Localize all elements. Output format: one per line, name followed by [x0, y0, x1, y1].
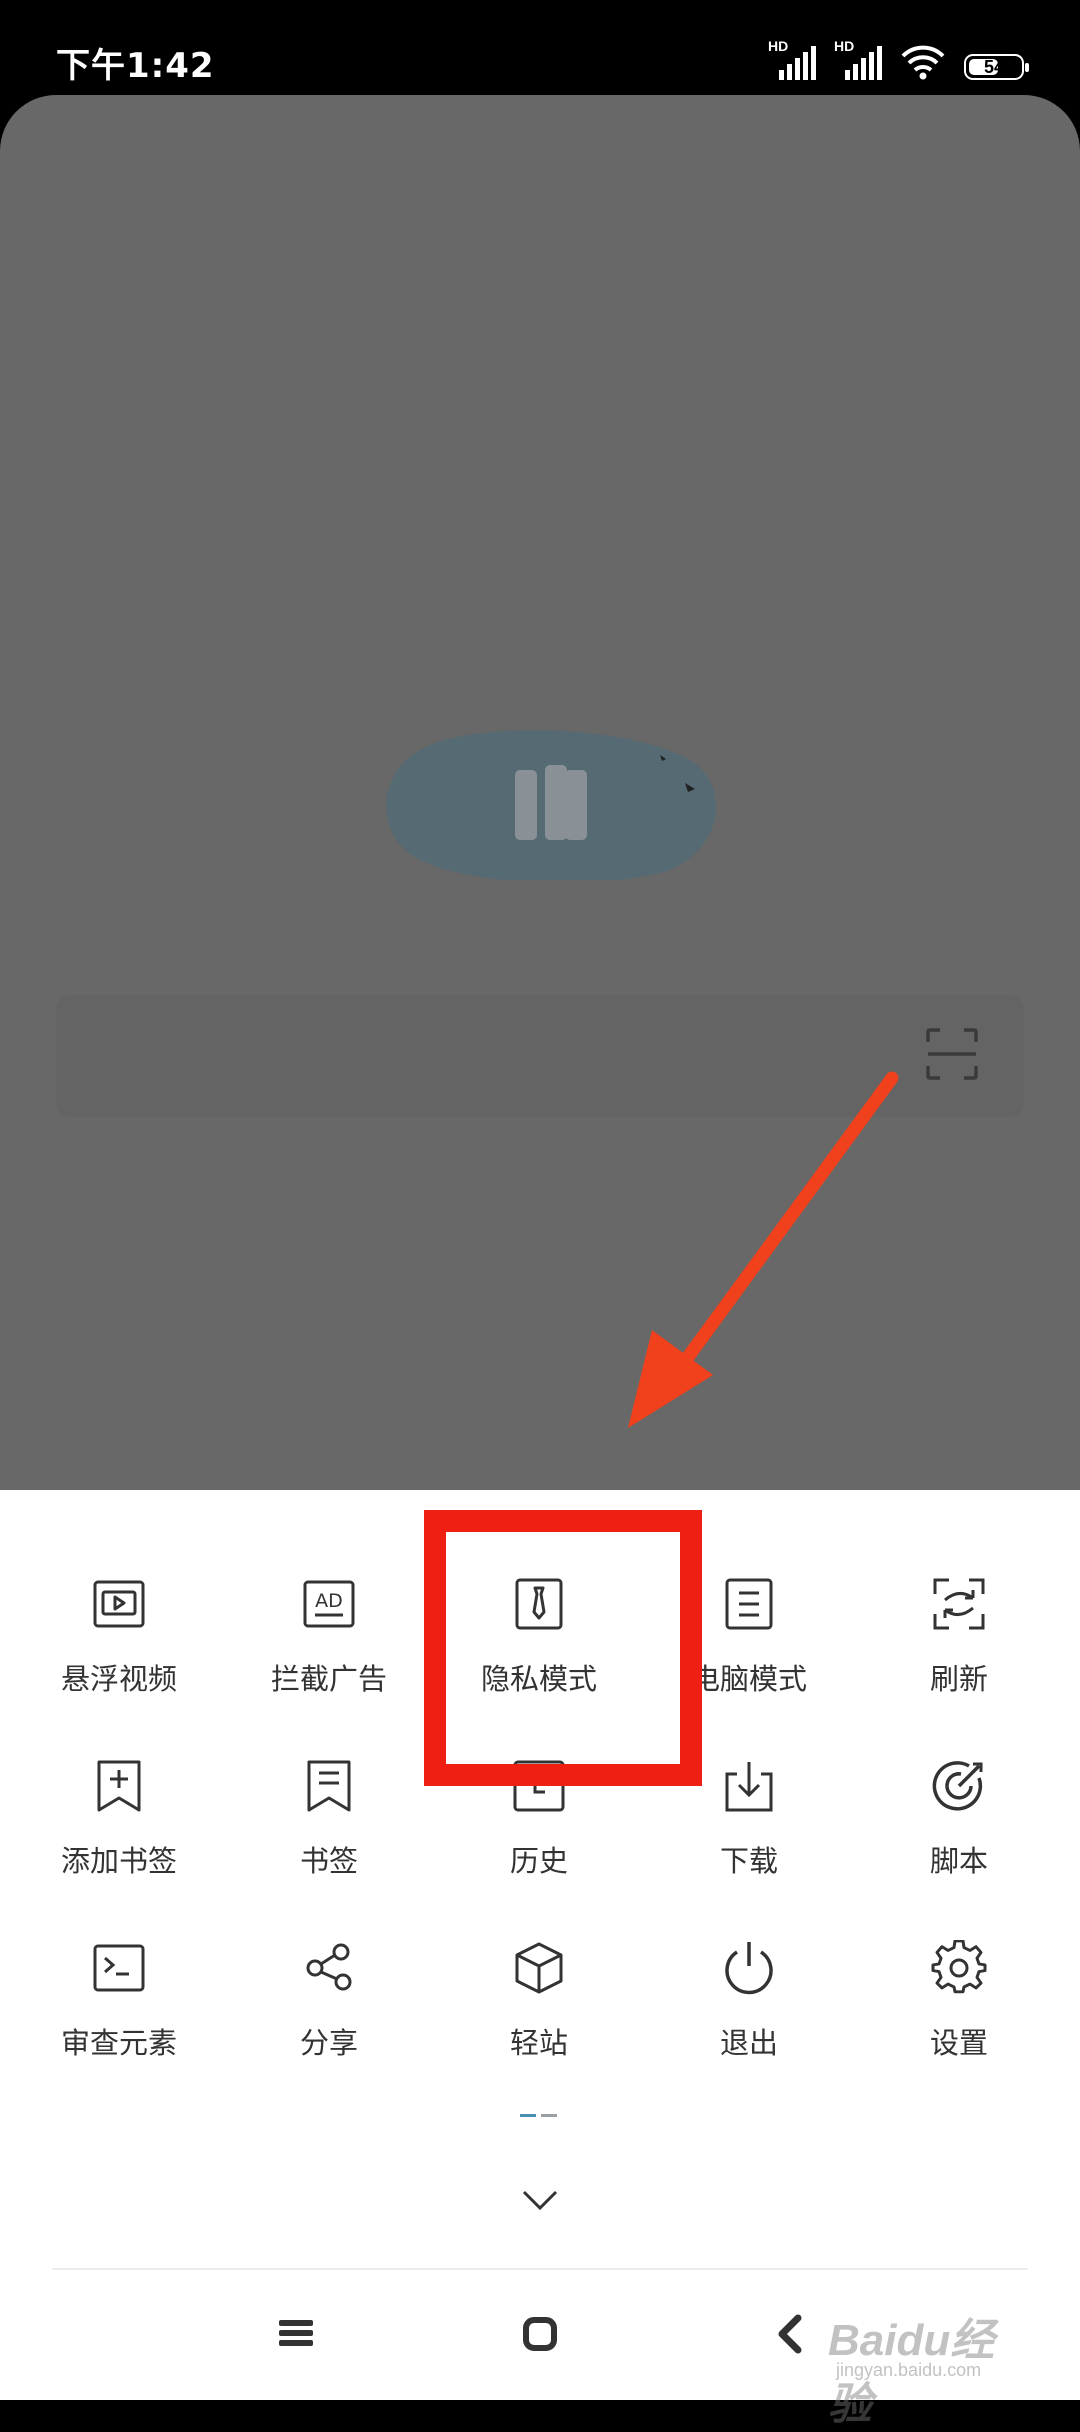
annotation-highlight-box	[424, 1510, 702, 1786]
menu-item-add-bookmark[interactable]: 添加书签	[14, 1758, 224, 1908]
refresh-icon	[931, 1576, 987, 1632]
watermark-url: jingyan.baidu.com	[836, 2360, 982, 2380]
browser-logo-icon	[386, 730, 717, 880]
menu-item-label: 刷新	[929, 1662, 988, 1696]
bookmarks-icon	[301, 1758, 357, 1814]
battery-icon: 54	[964, 54, 1029, 80]
menu-item-floating-video[interactable]: 悬浮视频	[14, 1576, 224, 1726]
menu-item-label: 下载	[719, 1844, 778, 1878]
menu-item-label: 轻站	[509, 2026, 568, 2060]
menu-item-ad-block[interactable]: AD 拦截广告	[224, 1576, 434, 1726]
menu-item-exit[interactable]: 退出	[644, 1940, 854, 2090]
settings-icon	[931, 1940, 987, 1996]
battery-level: 54	[983, 57, 1005, 77]
status-icons: HD HD 54	[768, 38, 1029, 80]
inspect-element-icon	[91, 1940, 147, 1996]
chevron-down-icon[interactable]	[521, 2188, 559, 2212]
menu-page-indicator[interactable]	[520, 2114, 557, 2117]
floating-video-icon	[91, 1576, 147, 1632]
page-dot-active	[520, 2114, 536, 2117]
menu-item-label: 添加书签	[60, 1844, 177, 1878]
share-icon	[301, 1940, 357, 1996]
signal-sim2-icon: HD	[834, 38, 882, 80]
menu-item-inspect-element[interactable]: 审查元素	[14, 1940, 224, 2090]
wifi-icon	[900, 44, 946, 80]
recent-apps-icon[interactable]	[279, 2318, 313, 2348]
menu-item-light-site[interactable]: 轻站	[434, 1940, 644, 2090]
menu-item-label: 设置	[929, 2026, 988, 2060]
menu-item-label: 悬浮视频	[60, 1662, 177, 1696]
menu-item-label: 分享	[299, 2026, 358, 2060]
menu-item-label: 历史	[509, 1844, 568, 1878]
ad-block-icon: AD	[301, 1576, 357, 1632]
status-bar: 下午1:42 HD HD 54	[0, 0, 1080, 95]
scan-icon[interactable]	[924, 1026, 980, 1082]
menu-item-label: 拦截广告	[270, 1662, 387, 1696]
svg-text:AD: AD	[315, 1590, 343, 1612]
home-icon[interactable]	[522, 2316, 558, 2352]
menu-item-settings[interactable]: 设置	[854, 1940, 1064, 2090]
light-site-icon	[511, 1940, 567, 1996]
back-icon[interactable]	[774, 2314, 804, 2354]
menu-item-script[interactable]: 脚本	[854, 1758, 1064, 1908]
baidu-watermark: Baidu经验 jingyan.baidu.com	[828, 2290, 1028, 2429]
menu-item-label: 退出	[719, 2026, 778, 2060]
add-bookmark-icon	[91, 1758, 147, 1814]
signal-sim1-icon: HD	[768, 38, 816, 80]
desktop-mode-icon	[721, 1576, 777, 1632]
menu-item-refresh[interactable]: 刷新	[854, 1576, 1064, 1726]
page-dot	[541, 2114, 557, 2117]
menu-item-label: 书签	[299, 1844, 358, 1878]
download-icon	[721, 1758, 777, 1814]
menu-item-share[interactable]: 分享	[224, 1940, 434, 2090]
divider	[52, 2268, 1028, 2270]
status-time: 下午1:42	[56, 46, 215, 86]
menu-item-label: 脚本	[929, 1844, 988, 1878]
menu-item-label: 审查元素	[60, 2026, 177, 2060]
script-icon	[931, 1758, 987, 1814]
menu-item-bookmarks[interactable]: 书签	[224, 1758, 434, 1908]
exit-icon	[721, 1940, 777, 1996]
search-bar[interactable]	[56, 995, 1024, 1117]
